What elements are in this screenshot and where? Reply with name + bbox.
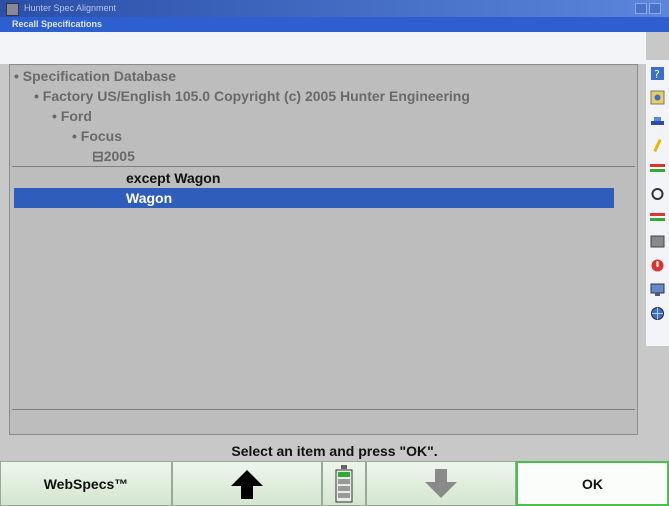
app-icon <box>6 3 19 16</box>
tree-node-factory[interactable]: • Factory US/English 105.0 Copyright (c)… <box>34 87 470 105</box>
webspecs-label: WebSpecs™ <box>43 475 129 492</box>
media-icon[interactable] <box>650 234 665 249</box>
spec-tree-panel: • Specification Database • Factory US/En… <box>9 64 638 435</box>
webspecs-icon[interactable] <box>650 90 665 105</box>
globe-icon[interactable] <box>650 306 665 321</box>
close-icon[interactable] <box>649 3 661 14</box>
tool-sidebar: ? <box>646 60 669 346</box>
alert-icon[interactable] <box>650 258 665 273</box>
header-strip <box>0 32 646 64</box>
bottom-divider <box>12 409 635 410</box>
ok-label: OK <box>582 475 603 492</box>
ok-button[interactable]: OK <box>516 461 669 506</box>
wrench-icon[interactable] <box>650 138 665 153</box>
vehicle-icon[interactable] <box>650 114 665 129</box>
svg-text:?: ? <box>654 68 660 81</box>
arrow-down-icon <box>425 468 457 498</box>
tree-node-database[interactable]: • Specification Database <box>14 67 176 85</box>
dialog-title: Recall Specifications <box>12 19 103 29</box>
window-titlebar: Hunter Spec Alignment <box>0 0 669 17</box>
move-up-button[interactable] <box>172 461 322 506</box>
tree-divider <box>12 166 635 167</box>
dialog-titlebar: Recall Specifications <box>0 17 669 32</box>
tree-node-model[interactable]: • Focus <box>72 127 122 145</box>
help-icon[interactable]: ? <box>650 66 665 81</box>
status-message: Select an item and press "OK". <box>231 443 438 459</box>
list-item-label: except Wagon <box>126 170 221 186</box>
tool-icon[interactable] <box>650 186 665 201</box>
list-scroll-icon <box>335 464 353 502</box>
bar-icon[interactable] <box>650 210 665 225</box>
window-title: Hunter Spec Alignment <box>24 3 117 13</box>
function-key-bar: WebSpecs™ OK <box>0 461 669 506</box>
list-item-label: Wagon <box>126 190 173 206</box>
list-item-selected[interactable]: Wagon <box>14 188 614 208</box>
arrow-up-icon <box>231 469 263 499</box>
gauge-icon[interactable] <box>650 162 665 177</box>
webspecs-button[interactable]: WebSpecs™ <box>0 461 172 506</box>
scroll-list-button[interactable] <box>322 461 366 506</box>
list-item[interactable]: except Wagon <box>14 168 614 188</box>
window-buttons <box>635 3 661 14</box>
move-down-button[interactable] <box>366 461 516 506</box>
monitor-icon[interactable] <box>650 282 665 297</box>
tree-node-make[interactable]: • Ford <box>52 107 92 125</box>
minimize-icon[interactable] <box>635 3 647 14</box>
tree-node-year[interactable]: ⊟2005 <box>92 147 135 165</box>
